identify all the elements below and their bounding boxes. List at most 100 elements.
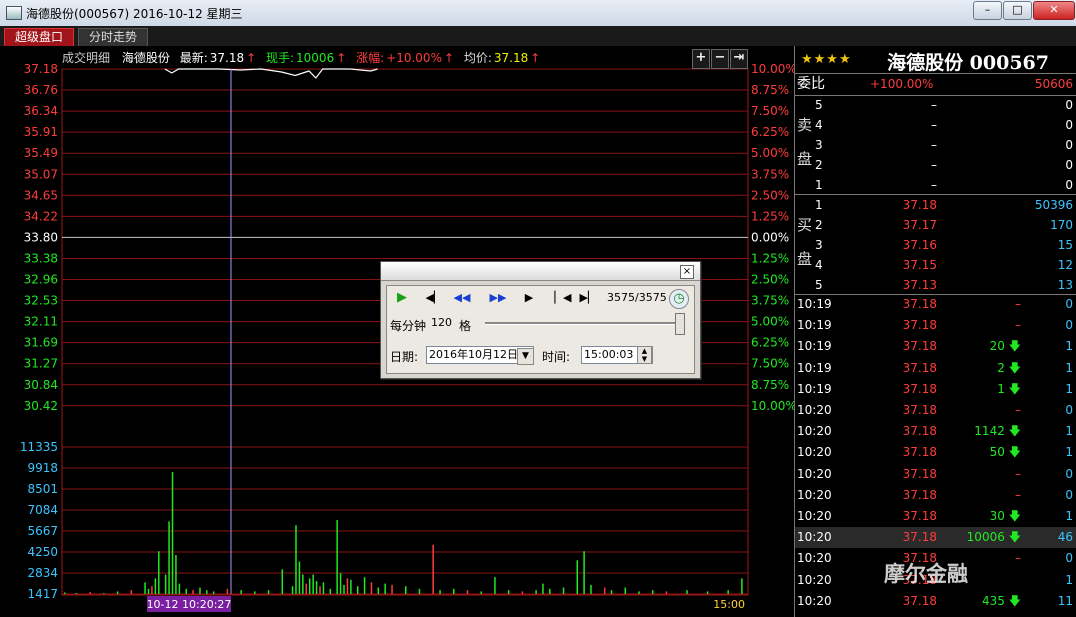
- zoom-in-icon[interactable]: +: [692, 49, 710, 69]
- tick-volume: –: [1015, 487, 1021, 502]
- volume-bar: [343, 584, 345, 594]
- price: 37.18: [902, 198, 937, 212]
- hand-label: 现手:: [265, 51, 295, 65]
- tick-price: 37.18: [902, 530, 937, 545]
- tick-row[interactable]: 10:20 37.18 – 0: [795, 400, 1076, 421]
- buy-level-row[interactable]: 4 37.15 12: [795, 255, 1076, 276]
- volume-bar: [212, 591, 215, 594]
- stock-header: ★★★★ 海德股份 000567: [795, 46, 1076, 74]
- minimize-button[interactable]: –: [973, 1, 1002, 20]
- replay-controls: ▶ ◀▏ ◀◀ ▶▶ ▶ ▏◀ ▶▏ 3575/3575 ◷ 每分钟 120 格…: [386, 285, 695, 374]
- buy-level-row[interactable]: 3 37.16 15: [795, 235, 1076, 256]
- dialog-titlebar[interactable]: [381, 262, 700, 281]
- tick-price: 37.18: [902, 297, 937, 311]
- level: 1: [815, 198, 823, 212]
- tick-row[interactable]: 10:20 37.18 50 🡇 1: [795, 442, 1076, 463]
- buy-level-row[interactable]: 5 37.13 13: [795, 275, 1076, 296]
- detail-label[interactable]: 成交明细: [62, 51, 110, 65]
- volume: 0: [1065, 158, 1073, 172]
- tab-super-orderbook[interactable]: 超级盘口: [4, 28, 75, 47]
- order-book-panel: ★★★★ 海德股份 000567 委比 +100.00% 50606 卖盘 5–0…: [794, 46, 1076, 617]
- rewind-icon[interactable]: ◀◀: [451, 290, 473, 306]
- volume-bar: [175, 555, 177, 594]
- tick-row[interactable]: 10:20 37.18 10006 🡇 46: [795, 527, 1076, 549]
- percent-tick-label: 0.00%: [751, 230, 789, 244]
- tick-price: 37.18: [902, 487, 937, 502]
- tick-row[interactable]: 10:20 37.18 435 🡇 11: [795, 591, 1076, 612]
- tick-row[interactable]: 10:19 37.18 1 🡇 1: [795, 379, 1076, 400]
- volume-bar: [583, 551, 585, 594]
- volume-bar: [315, 581, 318, 594]
- level: 1: [815, 178, 823, 192]
- tick-time: 10:19: [797, 339, 832, 354]
- volume: 0: [1065, 118, 1073, 132]
- volume-bar: [185, 588, 187, 594]
- price: 37.17: [902, 218, 937, 232]
- tab-intraday[interactable]: 分时走势: [78, 28, 149, 47]
- sell-level-row[interactable]: 2 – 0: [795, 155, 1076, 176]
- clock-icon[interactable]: ◷: [669, 289, 689, 309]
- zoom-out-icon[interactable]: −: [711, 49, 729, 69]
- price: 37.13: [902, 278, 937, 292]
- sell-level-row[interactable]: 3 – 0: [795, 135, 1076, 156]
- percent-tick-label: 6.25%: [751, 125, 789, 139]
- tick-time: 10:20: [797, 530, 832, 545]
- percent-tick-label: 8.75%: [751, 378, 789, 392]
- tick-row[interactable]: 10:20 37.18 – 0: [795, 485, 1076, 506]
- tick-time: 10:20: [797, 445, 832, 460]
- volume-tick-label: 9918: [27, 461, 58, 475]
- expand-icon[interactable]: ⇥: [730, 49, 748, 69]
- volume-bar: [727, 590, 729, 594]
- sell-level-row[interactable]: 1 – 0: [795, 175, 1076, 196]
- close-button[interactable]: ✕: [1033, 1, 1075, 20]
- tick-time: 10:20: [797, 572, 832, 587]
- up-arrow-icon: ↑: [530, 51, 541, 65]
- volume-bar: [199, 587, 201, 594]
- volume-bar: [686, 590, 688, 594]
- up-arrow-icon: ↑: [246, 51, 257, 65]
- tick-row[interactable]: 10:19 37.18 – 0: [795, 315, 1076, 336]
- volume-bar: [312, 574, 314, 594]
- speed-slider-track[interactable]: [485, 322, 682, 325]
- volume-bar: [405, 586, 407, 594]
- speed-slider-handle[interactable]: [675, 313, 685, 335]
- tick-row[interactable]: 10:20 37.18 – 0: [795, 464, 1076, 485]
- end-time-label: 15:00: [713, 598, 745, 611]
- sell-level-row[interactable]: 5 – 0: [795, 95, 1076, 116]
- volume: 0: [1065, 138, 1073, 152]
- price-tick-label: 35.91: [24, 125, 58, 139]
- buy-level-row[interactable]: 1 37.18 50396: [795, 195, 1076, 216]
- volume-bar: [603, 587, 606, 594]
- volume-bar: [384, 583, 386, 594]
- price-tick-label: 33.38: [24, 251, 58, 265]
- fast-forward-icon[interactable]: ▶▶: [487, 290, 509, 306]
- dropdown-arrow-icon[interactable]: ▼: [517, 348, 534, 365]
- step-back-icon[interactable]: ◀▏: [423, 290, 445, 306]
- sell-level-row[interactable]: 4 – 0: [795, 115, 1076, 136]
- volume-bar: [741, 578, 743, 594]
- tick-count: 1: [1065, 381, 1073, 396]
- skip-end-icon[interactable]: ▶▏: [577, 290, 599, 306]
- tick-count: 0: [1065, 403, 1073, 417]
- volume: 170: [1050, 218, 1073, 232]
- volume-bar: [638, 591, 640, 594]
- tick-row[interactable]: 10:19 37.18 20 🡇 1: [795, 336, 1076, 357]
- buy-level-row[interactable]: 2 37.17 170: [795, 215, 1076, 236]
- per-minute-input[interactable]: 120: [429, 315, 453, 331]
- maximize-button[interactable]: □: [1003, 1, 1032, 20]
- tick-count: 1: [1065, 360, 1073, 375]
- tick-row[interactable]: 10:20 37.18 1142 🡇 1: [795, 421, 1076, 442]
- dialog-close-button[interactable]: ×: [680, 265, 694, 279]
- play-icon[interactable]: ▶: [391, 290, 413, 306]
- tick-row[interactable]: 10:19 37.18 2 🡇 1: [795, 358, 1076, 379]
- tick-row[interactable]: 10:19 37.18 – 0: [795, 294, 1076, 315]
- time-spinner-icon[interactable]: ▲ ▼: [637, 346, 652, 364]
- price-tick-label: 37.18: [24, 62, 58, 76]
- step-forward-icon[interactable]: ▶: [518, 290, 540, 306]
- tick-row[interactable]: 10:20 37.18 30 🡇 1: [795, 506, 1076, 527]
- volume: 13: [1057, 278, 1073, 292]
- tick-volume: 10006 🡇: [966, 530, 1021, 545]
- weibi-row: 委比 +100.00% 50606: [795, 74, 1076, 95]
- skip-start-icon[interactable]: ▏◀: [552, 290, 574, 306]
- tick-count: 0: [1065, 466, 1073, 481]
